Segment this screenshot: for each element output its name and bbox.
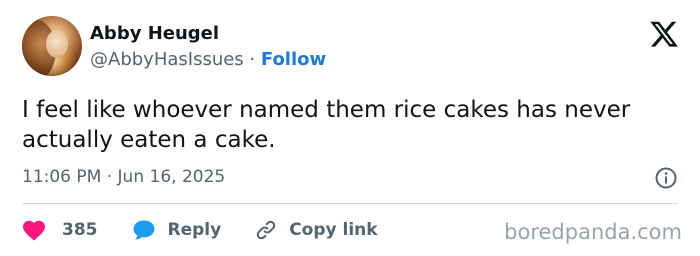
copy-link-label: Copy link (289, 220, 378, 240)
date-separator: · (106, 167, 118, 187)
handle[interactable]: @AbbyHasIssues (90, 49, 244, 70)
x-logo-icon[interactable] (650, 20, 678, 48)
reply-label: Reply (167, 220, 222, 240)
copy-link-button[interactable]: Copy link (255, 219, 378, 241)
timestamp[interactable]: 11:06 PM · Jun 16, 2025 (22, 167, 225, 187)
avatar[interactable] (22, 16, 82, 76)
tweet-date: Jun 16, 2025 (117, 167, 226, 187)
display-name[interactable]: Abby Heugel (90, 23, 219, 44)
watermark: boredpanda.com (504, 220, 682, 244)
link-icon (256, 220, 276, 240)
handle-row: @AbbyHasIssues · Follow (90, 49, 326, 70)
divider (22, 203, 678, 204)
speech-bubble-icon (133, 220, 154, 240)
avatar-face (46, 30, 68, 58)
tweet-time: 11:06 PM (22, 167, 102, 187)
follow-button[interactable]: Follow (261, 49, 326, 70)
tweet-text: I feel like whoever named them rice cake… (22, 97, 631, 153)
handle-separator: · (249, 49, 261, 70)
like-count: 385 (62, 220, 98, 240)
action-bar: 385 Reply Copy link (22, 216, 378, 244)
heart-icon (23, 220, 45, 241)
tweet-card: Abby Heugel @AbbyHasIssues · Follow I fe… (0, 0, 700, 256)
reply-button[interactable]: Reply (132, 219, 222, 241)
info-icon[interactable] (654, 166, 678, 190)
like-button[interactable]: 385 (22, 219, 98, 241)
